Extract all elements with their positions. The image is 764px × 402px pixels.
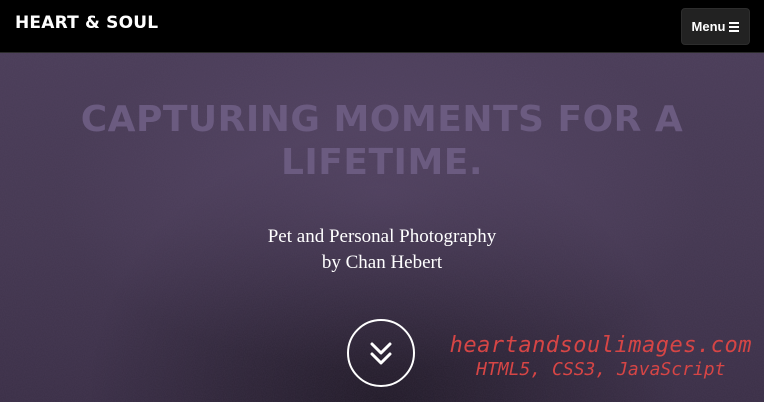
subtitle-line-1: Pet and Personal Photography (267, 226, 497, 247)
hero-section: CAPTURING MOMENTS FOR A LIFETIME. Pet an… (0, 53, 764, 402)
watermark-url: heartandsoulimages.com (449, 333, 752, 358)
hamburger-icon (729, 22, 740, 32)
menu-button-label: Menu (691, 19, 726, 34)
hero-subtitle: Pet and Personal Photography by Chan Heb… (182, 224, 582, 276)
subtitle-line-2: by Chan Hebert (321, 252, 443, 273)
brand-logo[interactable]: HEART & SOUL (15, 13, 158, 33)
hero-headline: CAPTURING MOMENTS FOR A LIFETIME. (80, 99, 684, 183)
page: HEART & SOUL Menu CAPTURING MOMENTS FOR … (0, 0, 764, 402)
navbar: HEART & SOUL Menu (0, 0, 764, 53)
double-chevron-down-icon (370, 342, 392, 365)
scroll-down-button[interactable] (347, 319, 415, 387)
menu-button[interactable]: Menu (681, 8, 750, 45)
watermark: heartandsoulimages.com HTML5, CSS3, Java… (450, 333, 752, 381)
watermark-tech: HTML5, CSS3, JavaScript (476, 359, 726, 380)
